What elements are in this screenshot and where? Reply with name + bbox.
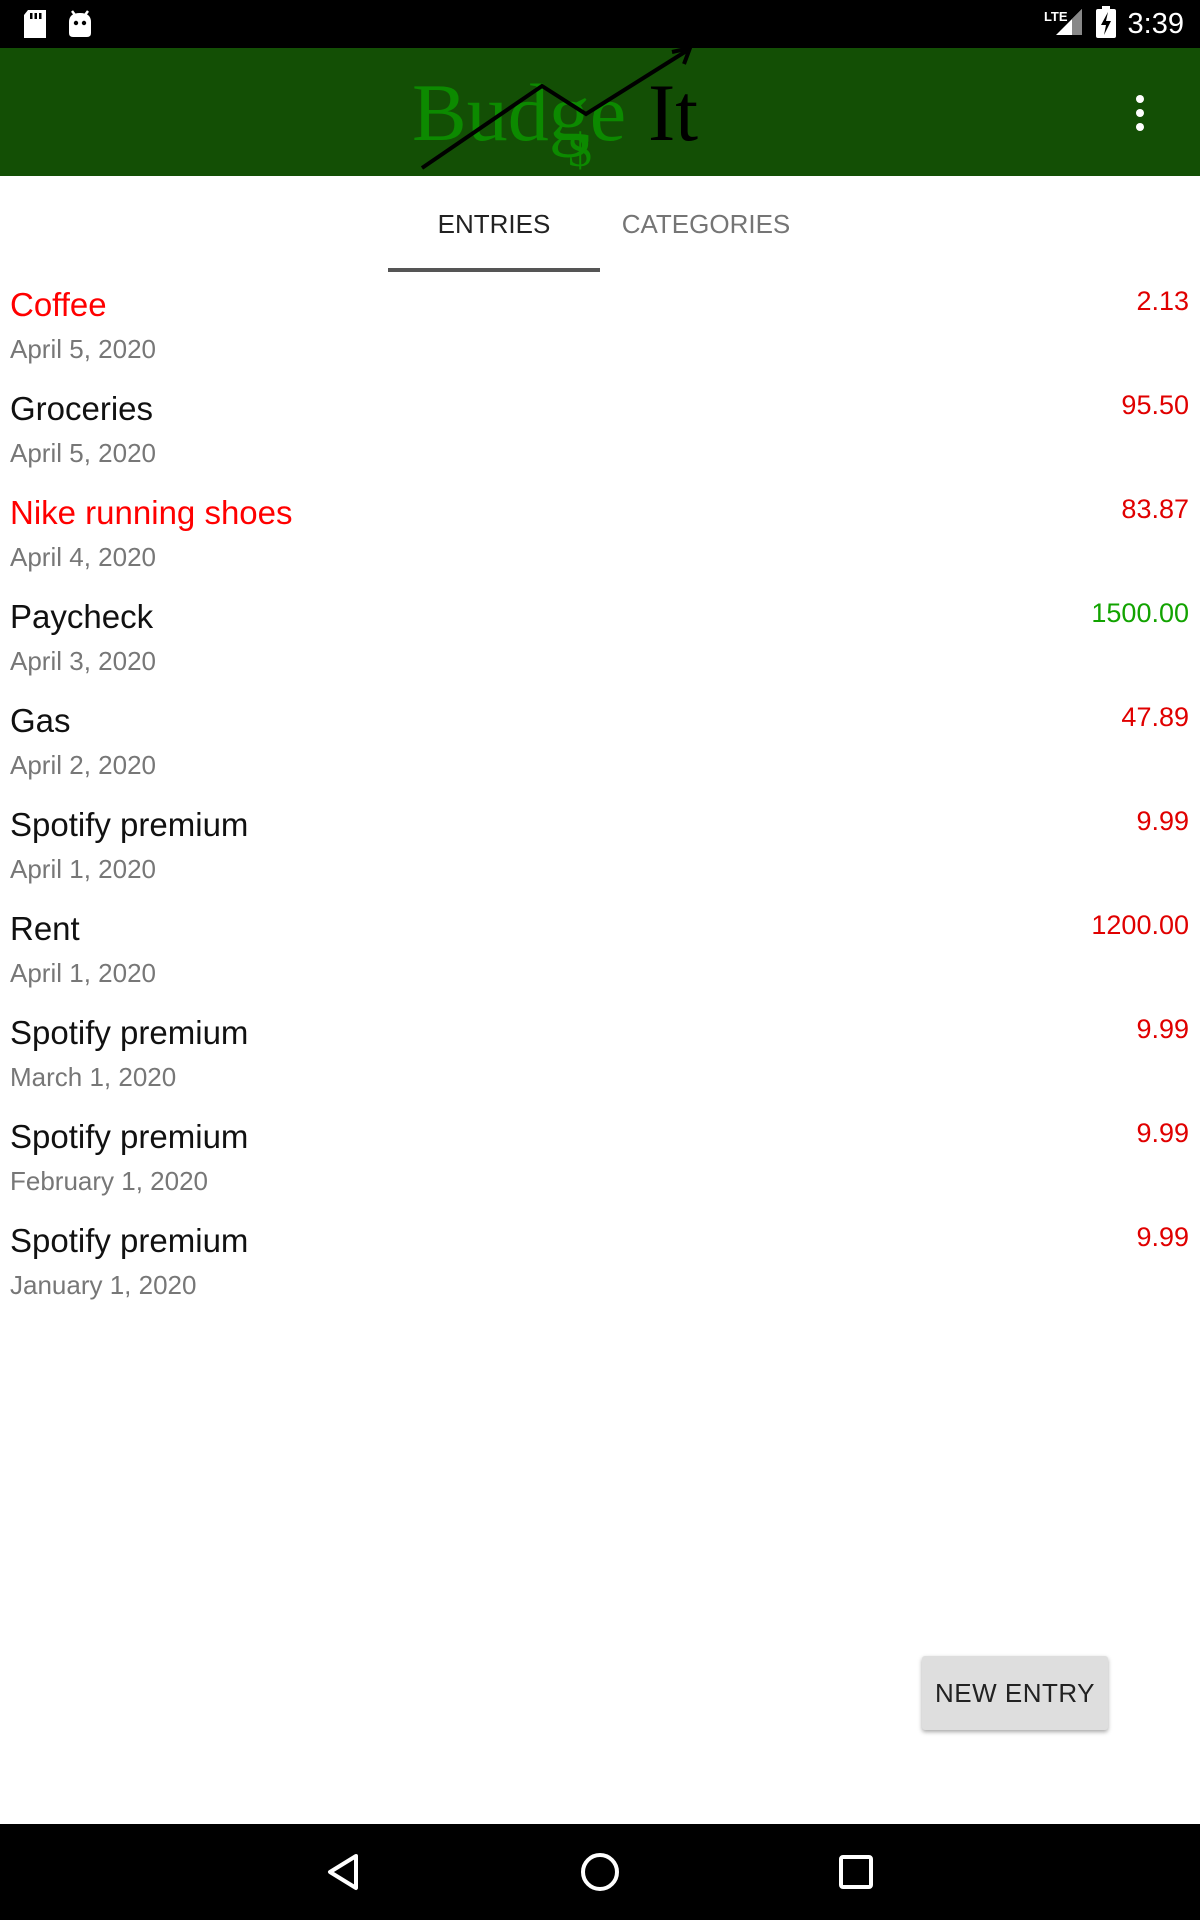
entry-amount: 2.13 [1136,286,1189,316]
entry-date: April 4, 2020 [10,542,156,572]
sd-card-icon [22,9,48,44]
tab-entries[interactable]: ENTRIES [388,176,600,272]
list-item[interactable]: Spotify premium January 1, 2020 9.99 [0,1208,1200,1312]
entry-title: Nike running shoes [10,494,293,531]
list-item[interactable]: Rent April 1, 2020 1200.00 [0,896,1200,1000]
entry-title: Groceries [10,390,154,427]
more-vert-icon[interactable] [1120,88,1160,138]
entry-date: April 2, 2020 [10,750,156,780]
budgeit-logo: Budge It $ [410,45,710,177]
entry-amount: 9.99 [1136,1014,1189,1044]
list-item[interactable]: Spotify premium February 1, 2020 9.99 [0,1104,1200,1208]
entry-date: April 5, 2020 [10,334,156,364]
list-item[interactable]: Spotify premium March 1, 2020 9.99 [0,1000,1200,1104]
entry-amount: 9.99 [1136,806,1189,836]
list-item[interactable]: Nike running shoes April 4, 2020 83.87 [0,480,1200,584]
tab-bar: ENTRIES CATEGORIES [0,176,1200,272]
recents-icon[interactable] [826,1842,886,1902]
entry-title: Spotify premium [10,1014,249,1051]
entry-title: Spotify premium [10,1222,249,1259]
entry-title: Coffee [10,286,107,323]
entry-date: January 1, 2020 [10,1270,197,1300]
list-item[interactable]: Paycheck April 3, 2020 1500.00 [0,584,1200,688]
entry-amount: 9.99 [1136,1222,1189,1252]
logo-budge: Budge [412,67,626,158]
list-item[interactable]: Groceries April 5, 2020 95.50 [0,376,1200,480]
lte-label: LTE [1043,8,1068,24]
clock: 3:39 [1127,7,1184,40]
list-item[interactable]: Gas April 2, 2020 47.89 [0,688,1200,792]
back-icon[interactable] [314,1842,374,1902]
entry-date: April 1, 2020 [10,958,156,988]
entry-title: Spotify premium [10,806,249,843]
entry-date: April 1, 2020 [10,854,156,884]
entry-title: Paycheck [10,598,154,635]
entries-list: Coffee April 5, 2020 2.13 Groceries Apri… [0,272,1200,1312]
entry-amount: 1200.00 [1091,910,1189,940]
new-entry-button[interactable]: NEW ENTRY [922,1656,1108,1730]
entry-title: Rent [10,910,80,947]
entry-amount: 1500.00 [1091,598,1189,628]
entry-date: April 3, 2020 [10,646,156,676]
app-bar: Budge It $ [0,45,1200,177]
logo-dollar: $ [568,124,592,176]
entry-date: April 5, 2020 [10,438,156,468]
battery-charging-icon [1095,5,1116,43]
status-bar: LTE 3:39 [0,0,1200,48]
navigation-bar [0,1824,1200,1920]
entry-title: Gas [10,702,71,739]
entry-amount: 9.99 [1136,1118,1189,1148]
list-item[interactable]: Coffee April 5, 2020 2.13 [0,272,1200,376]
entry-date: February 1, 2020 [10,1166,209,1196]
android-icon [66,9,94,44]
home-icon[interactable] [570,1842,630,1902]
entry-title: Spotify premium [10,1118,249,1155]
entry-amount: 47.89 [1121,702,1189,732]
list-item[interactable]: Spotify premium April 1, 2020 9.99 [0,792,1200,896]
entry-date: March 1, 2020 [10,1062,177,1092]
logo-it: It [648,67,698,158]
entry-amount: 83.87 [1121,494,1189,524]
entry-amount: 95.50 [1121,390,1189,420]
tab-categories[interactable]: CATEGORIES [600,176,812,272]
